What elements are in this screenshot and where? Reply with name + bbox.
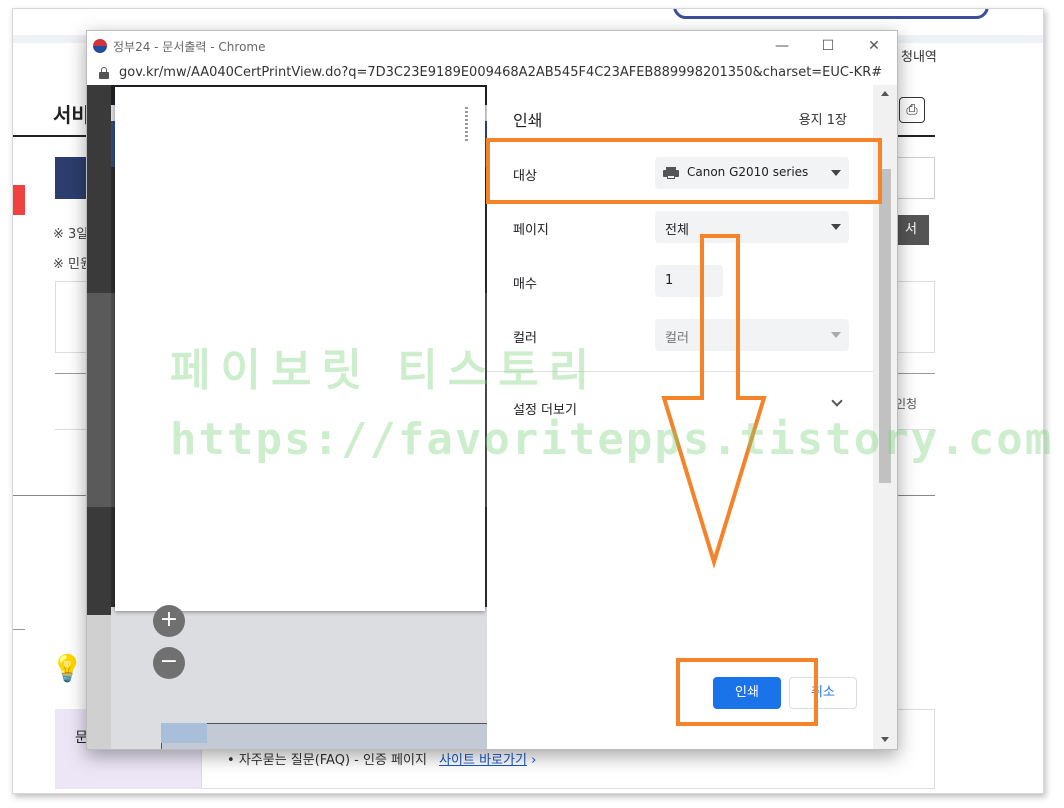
close-icon[interactable]: ✕ [859,35,889,57]
site-note-1: ※ 3일 [53,227,89,242]
site-right-box [893,157,935,199]
faq-site-link[interactable]: 사이트 바로가기 [439,753,527,768]
site-faq-item: • 자주묻는 질문(FAQ) - 인증 페이지 사이트 바로가기 › [227,749,536,768]
minimize-icon[interactable]: — [767,35,797,57]
zoom-out-button[interactable]: − [153,647,185,679]
page-content-mark [465,107,468,143]
site-page-title: 서비 [53,103,90,127]
zoom-in-button[interactable]: + [153,605,185,637]
chevron-right-icon: › [531,753,537,768]
site-favicon-icon [93,39,107,53]
print-dialog-title: 인쇄 [513,111,543,130]
scroll-up-icon[interactable] [881,91,889,96]
site-divider [13,629,25,630]
url-text[interactable]: gov.kr/mw/AA040CertPrintView.do?q=7D3C23… [119,65,882,80]
watermark-line-2: https://favoritepps.tistory.com [170,414,1054,465]
sheet-count: 용지 1장 [798,113,847,128]
site-print-icon[interactable]: ⎙ [899,97,925,123]
pages-label: 페이지 [513,223,549,238]
lightbulb-icon: 💡 [51,654,84,684]
copies-label: 매수 [513,277,537,292]
site-nav-link[interactable]: 청내역 [901,46,937,65]
page-backdrop-edge [87,293,111,507]
screenshot-stage: 청내역 서비 ⎙ ※ 3일 ※ 민원 서 인청 💡 문 • 자주묻는 질문(FA… [0,0,1064,808]
watermark-line-1: 페이보릿 티스토리 [170,345,600,396]
bullet-icon: • [227,753,235,768]
site-right-text: 인청 [895,397,918,411]
window-titlebar[interactable]: 정부24 - 문서출력 - Chrome — ☐ ✕ [87,31,897,61]
maximize-icon[interactable]: ☐ [813,35,843,57]
preview-bottom-strip-accent [161,723,207,743]
lock-icon [99,67,109,79]
down-arrow-annotation-icon [661,234,767,569]
site-dark-button[interactable]: 서 [893,215,929,245]
page-backdrop-edge [87,615,111,749]
window-title: 정부24 - 문서출력 - Chrome [113,40,266,54]
faq-text: 자주묻는 질문(FAQ) - 인증 페이지 [238,753,427,768]
chevron-down-icon [831,332,841,338]
address-bar[interactable]: gov.kr/mw/AA040CertPrintView.do?q=7D3C23… [87,61,897,85]
site-search-bar[interactable] [673,9,989,19]
chevron-down-icon [831,395,843,407]
scroll-down-icon[interactable] [881,737,889,742]
site-red-marker [13,185,25,215]
destination-highlight-box [486,138,882,204]
chevron-down-icon [831,224,841,230]
print-button-highlight-box [676,658,818,726]
